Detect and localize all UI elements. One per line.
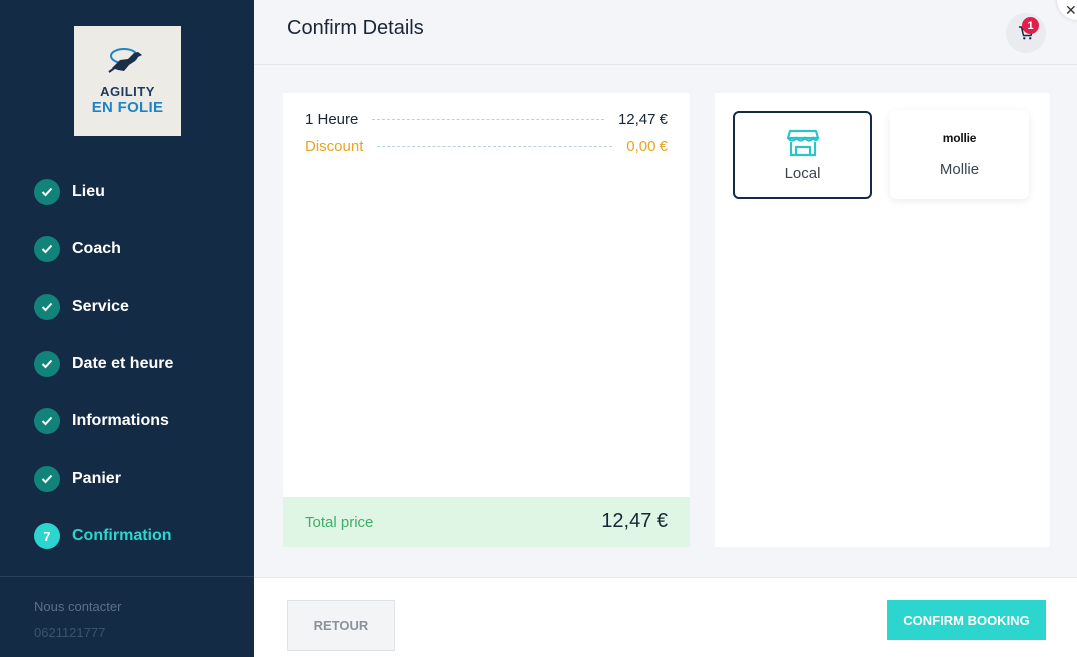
item-price: 12,47 € bbox=[617, 111, 668, 128]
discount-value: 0,00 € bbox=[626, 138, 668, 155]
total-value: 12,47 € bbox=[601, 510, 668, 532]
step-label: Coach bbox=[72, 240, 121, 257]
check-icon bbox=[34, 351, 60, 377]
payment-option-mollie[interactable]: mollie Mollie bbox=[890, 110, 1029, 199]
sidebar: AGILITY EN FOLIE Lieu Coach Service Date… bbox=[0, 0, 254, 657]
agility-en-folie-logo: AGILITY EN FOLIE bbox=[74, 26, 181, 136]
check-icon bbox=[34, 408, 60, 434]
payment-option-label: Local bbox=[784, 164, 821, 182]
dotted-leader bbox=[377, 146, 613, 147]
step-lieu[interactable]: Lieu bbox=[34, 179, 105, 205]
step-date-et-heure[interactable]: Date et heure bbox=[34, 351, 173, 377]
step-label: Lieu bbox=[72, 183, 105, 200]
step-informations[interactable]: Informations bbox=[34, 408, 169, 434]
contact-title: Nous contacter bbox=[34, 599, 122, 614]
check-icon bbox=[34, 179, 60, 205]
sidebar-divider bbox=[0, 576, 254, 577]
mollie-logo: mollie bbox=[942, 131, 977, 145]
step-coach[interactable]: Coach bbox=[34, 236, 121, 262]
item-label: 1 Heure bbox=[305, 111, 359, 128]
discount-label: Discount bbox=[305, 138, 364, 155]
page-title: Confirm Details bbox=[287, 17, 424, 39]
step-confirmation[interactable]: 7 Confirmation bbox=[34, 523, 172, 549]
payment-option-local[interactable]: Local bbox=[733, 111, 872, 199]
header: Confirm Details 1 bbox=[254, 0, 1077, 65]
step-label: Informations bbox=[72, 412, 169, 429]
payment-methods-card: Local mollie Mollie bbox=[715, 93, 1050, 547]
dotted-leader bbox=[372, 119, 604, 120]
step-service[interactable]: Service bbox=[34, 294, 129, 320]
step-label: Panier bbox=[72, 470, 121, 487]
step-label: Confirmation bbox=[72, 527, 172, 544]
cart-count-badge: 1 bbox=[1022, 17, 1039, 34]
total-label: Total price bbox=[305, 514, 374, 531]
check-icon bbox=[34, 236, 60, 262]
confirm-booking-button[interactable]: CONFIRM BOOKING bbox=[887, 600, 1046, 640]
summary-discount-row: Discount 0,00 € bbox=[305, 138, 668, 155]
step-panier[interactable]: Panier bbox=[34, 466, 121, 492]
store-icon bbox=[786, 129, 819, 156]
back-button[interactable]: RETOUR bbox=[287, 600, 395, 651]
footer: RETOUR CONFIRM BOOKING bbox=[254, 577, 1077, 657]
total-price-bar: Total price 12,47 € bbox=[283, 497, 690, 547]
logo-line1: AGILITY bbox=[100, 84, 155, 99]
order-summary-card: 1 Heure 12,47 € Discount 0,00 € Total pr… bbox=[283, 93, 690, 547]
check-icon bbox=[34, 294, 60, 320]
check-icon bbox=[34, 466, 60, 492]
summary-item-row: 1 Heure 12,47 € bbox=[305, 111, 668, 128]
contact-phone[interactable]: 0621121777 bbox=[34, 625, 105, 640]
close-icon: ✕ bbox=[1065, 2, 1077, 18]
step-label: Date et heure bbox=[72, 355, 174, 372]
dog-logo-icon bbox=[108, 48, 142, 73]
step-number: 7 bbox=[34, 523, 60, 549]
step-label: Service bbox=[72, 298, 129, 315]
payment-option-label: Mollie bbox=[939, 161, 980, 178]
logo-line2: EN FOLIE bbox=[91, 99, 164, 116]
